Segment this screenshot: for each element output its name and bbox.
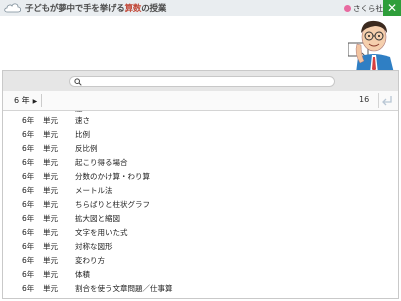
list-item[interactable]: 6年 単元 対称な図形 — [3, 239, 398, 253]
list-item[interactable]: 6年 単元 起こり得る場合 — [3, 155, 398, 169]
search-icon — [74, 78, 82, 86]
grade-cell: 6年 — [22, 144, 35, 153]
title-cell: メートル法 — [75, 186, 113, 195]
teacher-mascot-icon — [348, 20, 394, 73]
type-cell: 単元 — [43, 130, 58, 139]
title-bar: 子どもが夢中で手を挙げる算数の授業 さくら社 ✕ — [0, 0, 401, 16]
flower-icon — [344, 5, 351, 12]
list-item[interactable]: 6年 単元 割合を使う文章問題／仕事算 — [3, 281, 398, 295]
grade-cell: 6年 — [22, 270, 35, 279]
title-cell: 割合を使う文章問題／仕事算 — [75, 284, 173, 293]
app-title-accent: 算数 — [124, 4, 142, 14]
grade-select[interactable]: 6 年 ▶ — [10, 94, 43, 107]
grade-cell: 6年 — [22, 200, 35, 209]
type-cell: 単元 — [43, 214, 58, 223]
title-cell: 対称な図形 — [75, 242, 113, 251]
result-count: 16 — [359, 95, 370, 104]
grade-cell: 6年 — [22, 130, 35, 139]
publisher-brand: さくら社 — [344, 3, 383, 14]
list-item[interactable]: 6年 単元 反比例 — [3, 141, 398, 155]
title-cell: 文字を用いた式 — [75, 228, 128, 237]
type-cell: 単元 — [43, 116, 58, 125]
unit-list: 速 6年単元速さ 6年単元比例 6年単元反比例 6年単元起こり得る場合 6年単元… — [3, 111, 398, 298]
grade-cell: 6年 — [22, 256, 35, 265]
grade-cell: 6年 — [22, 116, 35, 125]
app-title: 子どもが夢中で手を挙げる算数の授業 — [25, 4, 167, 14]
grade-cell: 6年 — [22, 214, 35, 223]
type-cell: 単元 — [43, 228, 58, 237]
list-item[interactable]: 6年 単元 速さ — [3, 113, 398, 127]
title-cell: 起こり得る場合 — [75, 158, 128, 167]
title-cell: 速さ — [75, 116, 90, 125]
title-cell: ちらばりと柱状グラフ — [75, 200, 150, 209]
list-item[interactable]: 6年 単元 比例 — [3, 127, 398, 141]
list-item[interactable]: 6年 単元 ちらばりと柱状グラフ — [3, 197, 398, 211]
list-item[interactable]: 6年 単元 体積 — [3, 267, 398, 281]
title-cell: 拡大図と縮図 — [75, 214, 120, 223]
list-item[interactable]: 6年 単元 拡大図と縮図 — [3, 211, 398, 225]
type-cell: 単元 — [43, 200, 58, 209]
cloud-logo-icon — [4, 3, 22, 13]
grade-cell: 6年 — [22, 186, 35, 195]
title-cell: 体積 — [75, 270, 90, 279]
search-input[interactable] — [69, 76, 335, 87]
close-button[interactable]: ✕ — [383, 0, 401, 16]
list-item[interactable]: 6年 単元 メートル法 — [3, 183, 398, 197]
grade-cell: 6年 — [22, 228, 35, 237]
list-item[interactable]: 6年 単元 分数のかけ算・わり算 — [3, 169, 398, 183]
search-bar — [3, 71, 398, 91]
content-panel: 6 年▶ 16 速 6年単元速さ 6年単元比例 6年単元反比例 6年単元起こり得… — [2, 70, 399, 299]
title-cell: 分数のかけ算・わり算 — [75, 172, 150, 181]
type-cell: 単元 — [43, 172, 58, 181]
type-cell: 単元 — [43, 270, 58, 279]
return-arrow-icon — [382, 96, 392, 106]
grade-cell: 6年 — [22, 242, 35, 251]
title-cell: 比例 — [75, 130, 90, 139]
grade-select-label: 6 年 — [14, 96, 30, 105]
type-cell: 単元 — [43, 284, 58, 293]
return-button[interactable] — [378, 93, 395, 108]
type-cell: 単元 — [43, 186, 58, 195]
grade-cell: 6年 — [22, 172, 35, 181]
filter-row: 6 年 ▶ 16 — [3, 91, 398, 111]
type-cell: 単元 — [43, 158, 58, 167]
list-item[interactable]: 6年 単元 変わり方 — [3, 253, 398, 267]
type-cell: 単元 — [43, 242, 58, 251]
caret-right-icon: ▶ — [32, 98, 38, 105]
type-cell: 単元 — [43, 256, 58, 265]
publisher-name: さくら社 — [353, 4, 383, 13]
type-cell: 単元 — [43, 144, 58, 153]
grade-cell: 6年 — [22, 158, 35, 167]
grade-cell: 6年 — [22, 284, 35, 293]
title-cell: 変わり方 — [75, 256, 105, 265]
list-item[interactable]: 6年 単元 文字を用いた式 — [3, 225, 398, 239]
title-cell: 反比例 — [75, 144, 98, 153]
